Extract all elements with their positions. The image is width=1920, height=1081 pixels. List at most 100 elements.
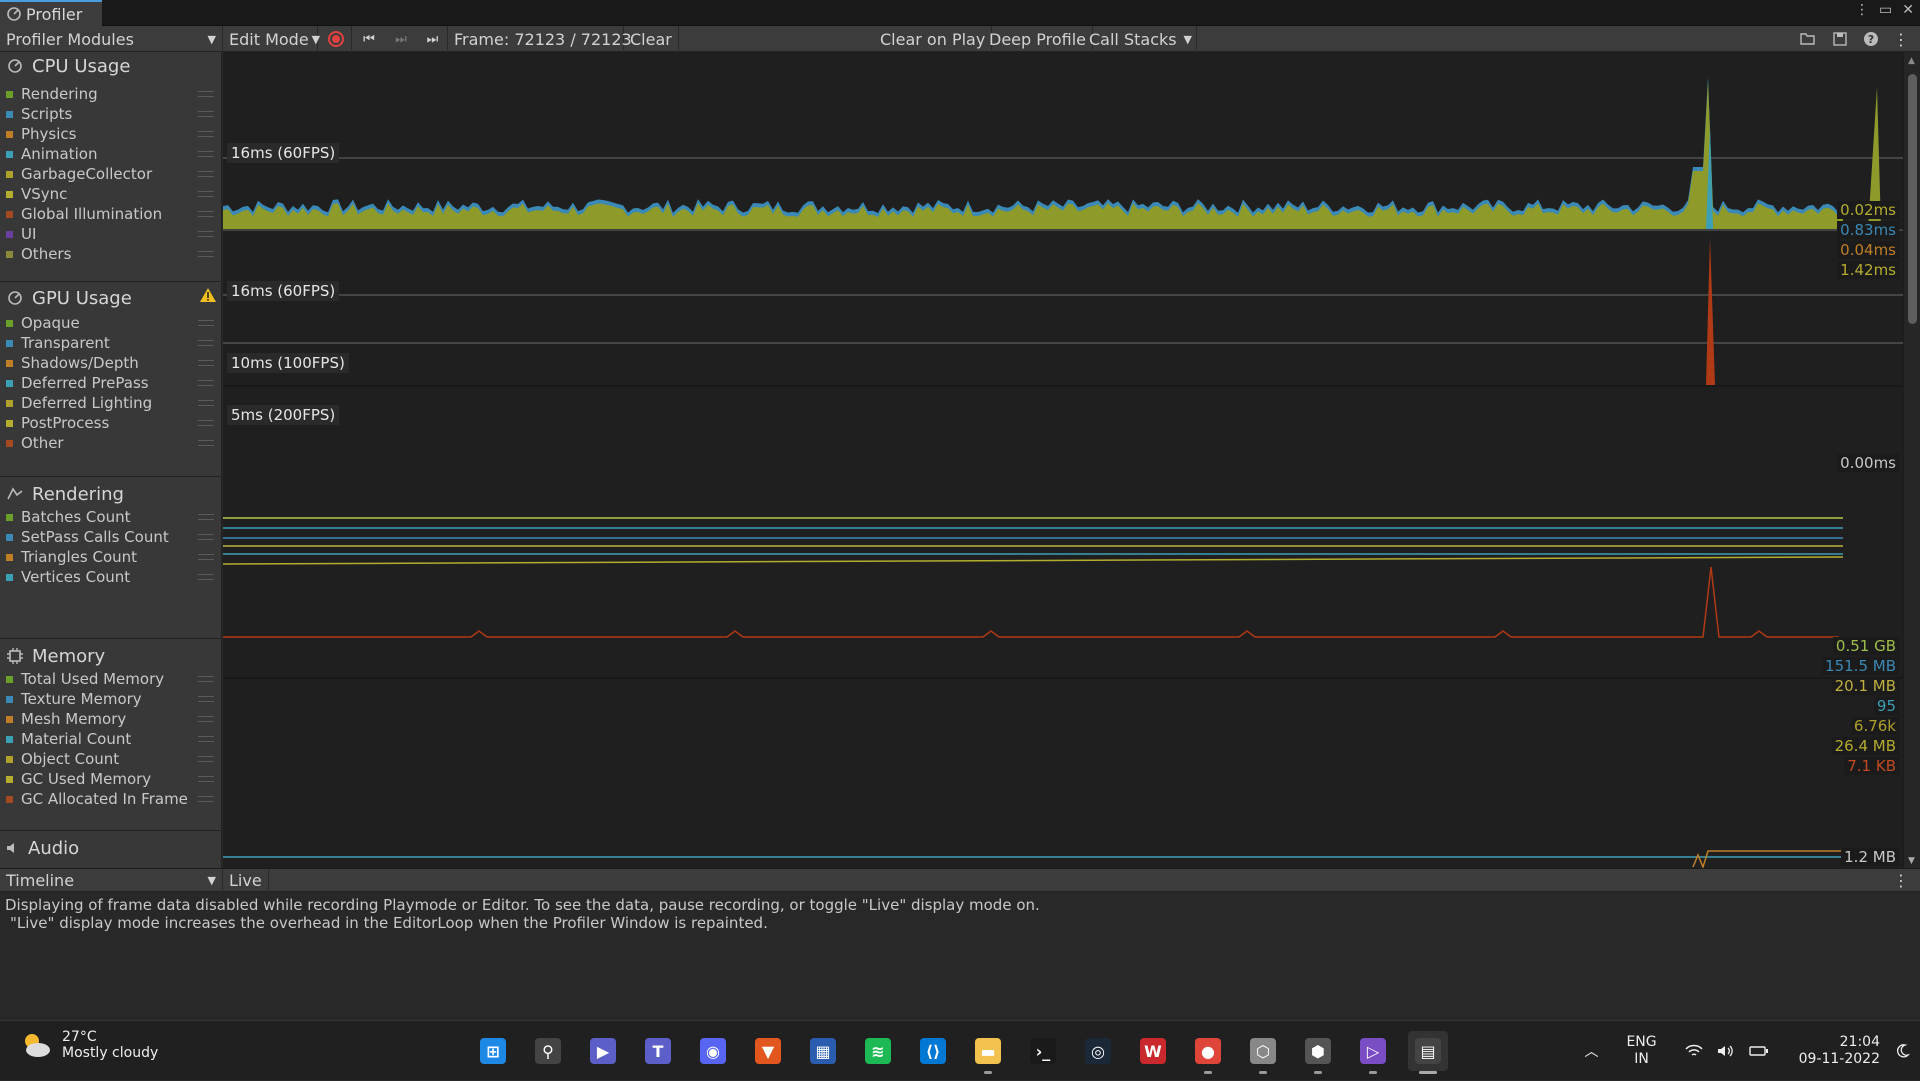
module-series-item[interactable]: Global Illumination (6, 204, 218, 224)
module-series-item[interactable]: Others (6, 244, 218, 264)
taskbar-app-button[interactable]: ›_ (1023, 1031, 1063, 1071)
taskbar-app-button[interactable]: ▶ (583, 1031, 623, 1071)
series-color-swatch[interactable] (6, 339, 13, 347)
drag-handle-icon[interactable] (198, 151, 214, 157)
graph-canvas[interactable] (223, 52, 1903, 868)
view-mode-dropdown[interactable]: Timeline ▼ (0, 869, 223, 892)
module-series-item[interactable]: GC Used Memory (6, 769, 218, 789)
series-color-swatch[interactable] (6, 130, 13, 138)
drag-handle-icon[interactable] (198, 440, 214, 446)
drag-handle-icon[interactable] (198, 716, 214, 722)
clock[interactable]: 21:04 09-11-2022 (1799, 1034, 1880, 1068)
series-color-swatch[interactable] (6, 675, 13, 683)
taskbar-app-button[interactable]: ▬ (968, 1031, 1008, 1074)
module-series-item[interactable]: Shadows/Depth (6, 353, 218, 373)
taskbar-app-button[interactable]: ▦ (803, 1031, 843, 1071)
series-color-swatch[interactable] (6, 379, 13, 387)
taskbar-app-button[interactable]: ⊞ (473, 1031, 513, 1071)
series-color-swatch[interactable] (6, 250, 13, 258)
series-color-swatch[interactable] (6, 735, 13, 743)
drag-handle-icon[interactable] (198, 676, 214, 682)
tab-profiler[interactable]: Profiler (0, 0, 102, 26)
taskbar-app-button[interactable]: ⚲ (528, 1031, 568, 1071)
deep-profile-toggle[interactable]: Deep Profile (983, 26, 1093, 52)
drag-handle-icon[interactable] (198, 111, 214, 117)
profiler-graphs[interactable]: 16ms (60FPS) 0.02ms 0.83ms 0.04ms 1.42ms 16… (223, 52, 1903, 868)
module-series-item[interactable]: GarbageCollector (6, 164, 218, 184)
series-color-swatch[interactable] (6, 775, 13, 783)
module-series-item[interactable]: Object Count (6, 749, 218, 769)
module-series-item[interactable]: SetPass Calls Count (6, 527, 218, 547)
language-indicator[interactable]: ENG IN (1626, 1034, 1656, 1068)
taskbar-app-button[interactable]: ◎ (1078, 1031, 1118, 1071)
series-color-swatch[interactable] (6, 359, 13, 367)
drag-handle-icon[interactable] (198, 420, 214, 426)
module-series-item[interactable]: Batches Count (6, 507, 218, 527)
drag-handle-icon[interactable] (198, 776, 214, 782)
more-options-icon[interactable]: ⋮ (1855, 2, 1869, 18)
series-color-swatch[interactable] (6, 230, 13, 238)
drag-handle-icon[interactable] (198, 736, 214, 742)
series-color-swatch[interactable] (6, 715, 13, 723)
series-color-swatch[interactable] (6, 795, 13, 803)
graph-scrollbar[interactable]: ▲ ▼ (1903, 52, 1920, 868)
close-icon[interactable]: ✕ (1902, 2, 1914, 18)
taskbar-app-button[interactable]: ▷ (1353, 1031, 1393, 1074)
taskbar-app-button[interactable]: ≋ (858, 1031, 898, 1071)
weather-widget[interactable]: 27°C Mostly cloudy (20, 1029, 158, 1061)
scroll-down-icon[interactable]: ▼ (1908, 856, 1915, 866)
record-button[interactable] (320, 26, 352, 52)
module-header-audio[interactable]: Audio (6, 828, 79, 868)
edit-mode-dropdown[interactable]: Edit Mode ▼ (223, 26, 320, 52)
drag-handle-icon[interactable] (198, 554, 214, 560)
taskbar-app-button[interactable]: ⬢ (1298, 1031, 1338, 1074)
taskbar-app-button[interactable]: ▤ (1408, 1031, 1448, 1074)
live-toggle[interactable]: Live (223, 869, 269, 892)
series-color-swatch[interactable] (6, 110, 13, 118)
module-series-item[interactable]: Scripts (6, 104, 218, 124)
maximize-icon[interactable]: ▭ (1879, 2, 1892, 18)
load-button[interactable] (1794, 26, 1822, 52)
series-color-swatch[interactable] (6, 210, 13, 218)
module-series-item[interactable]: Triangles Count (6, 547, 218, 567)
drag-handle-icon[interactable] (198, 211, 214, 217)
drag-handle-icon[interactable] (198, 534, 214, 540)
drag-handle-icon[interactable] (198, 91, 214, 97)
drag-handle-icon[interactable] (198, 320, 214, 326)
taskbar-app-button[interactable]: ◉ (693, 1031, 733, 1071)
series-color-swatch[interactable] (6, 755, 13, 763)
scroll-up-icon[interactable]: ▲ (1908, 56, 1915, 66)
module-series-item[interactable]: Other (6, 433, 218, 453)
toolbar-menu-button[interactable]: ⋮ (1888, 26, 1914, 52)
taskbar-app-button[interactable]: ▼ (748, 1031, 788, 1071)
module-series-item[interactable]: VSync (6, 184, 218, 204)
series-color-swatch[interactable] (6, 319, 13, 327)
clear-on-play-toggle[interactable]: Clear on Play (874, 26, 993, 52)
module-header-gpu[interactable]: GPU Usage (6, 278, 132, 318)
drag-handle-icon[interactable] (198, 574, 214, 580)
taskbar-app-button[interactable]: ⬡ (1243, 1031, 1283, 1074)
series-color-swatch[interactable] (6, 170, 13, 178)
drag-handle-icon[interactable] (198, 340, 214, 346)
module-series-item[interactable]: Total Used Memory (6, 669, 218, 689)
series-color-swatch[interactable] (6, 190, 13, 198)
module-series-item[interactable]: Vertices Count (6, 567, 218, 587)
battery-icon[interactable] (1748, 1044, 1769, 1058)
series-color-swatch[interactable] (6, 439, 13, 447)
module-header-cpu[interactable]: CPU Usage (6, 46, 130, 86)
previous-frame-button[interactable]: ⏮ (354, 26, 384, 52)
module-series-item[interactable]: Physics (6, 124, 218, 144)
series-color-swatch[interactable] (6, 90, 13, 98)
module-series-item[interactable]: GC Allocated In Frame (6, 789, 218, 809)
module-series-item[interactable]: PostProcess (6, 413, 218, 433)
series-color-swatch[interactable] (6, 553, 13, 561)
module-series-item[interactable]: Texture Memory (6, 689, 218, 709)
warning-icon[interactable] (199, 287, 217, 303)
drag-handle-icon[interactable] (198, 251, 214, 257)
current-frame-button[interactable]: ⏭ (418, 26, 448, 52)
module-series-item[interactable]: Transparent (6, 333, 218, 353)
drag-handle-icon[interactable] (198, 696, 214, 702)
series-color-swatch[interactable] (6, 513, 13, 521)
series-color-swatch[interactable] (6, 695, 13, 703)
drag-handle-icon[interactable] (198, 131, 214, 137)
